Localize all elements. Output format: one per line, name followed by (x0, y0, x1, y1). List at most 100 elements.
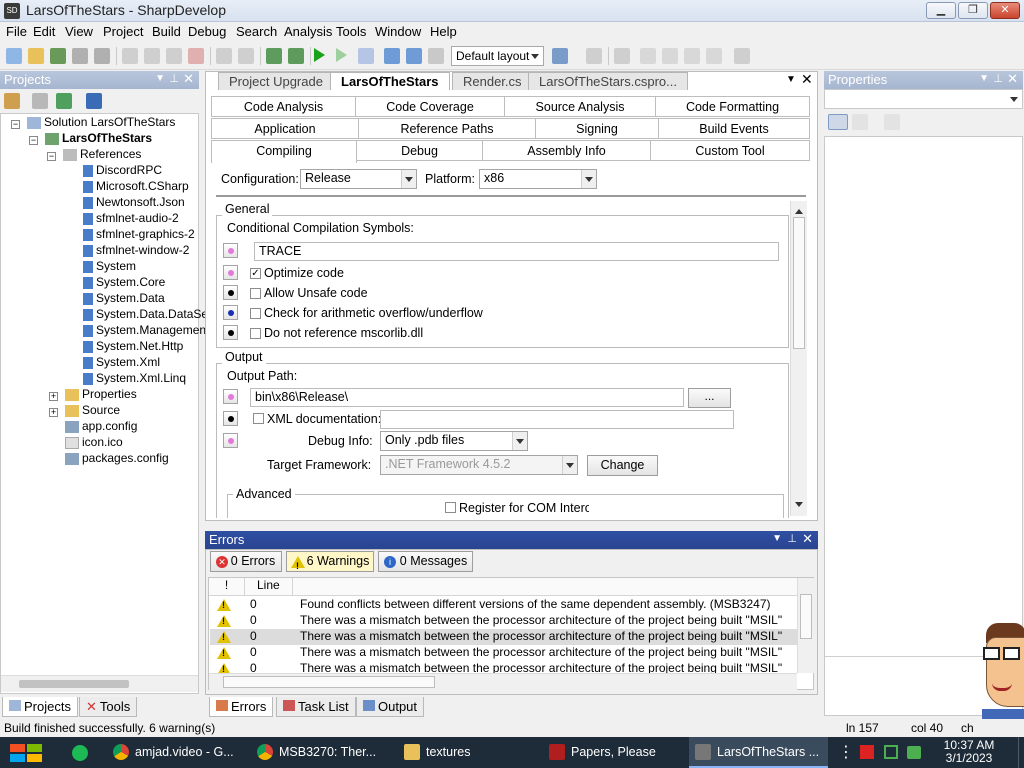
config-pin[interactable] (223, 243, 238, 258)
comment-icon[interactable] (614, 48, 630, 64)
build-icon[interactable] (266, 48, 282, 64)
column-header-severity[interactable]: ! (209, 578, 245, 595)
doc-tab-project-upgrade[interactable]: Project Upgrade (218, 72, 334, 90)
target-framework-select[interactable]: .NET Framework 4.5.2 (380, 455, 578, 475)
taskbar-item[interactable]: Papers, Please (543, 737, 682, 768)
tab-compiling[interactable]: Compiling (211, 140, 357, 163)
xml-doc-checkbox[interactable] (253, 413, 264, 424)
tab-build-events[interactable]: Build Events (658, 118, 810, 139)
step-over-icon[interactable] (384, 48, 400, 64)
overflow-checkbox[interactable] (250, 308, 261, 319)
search-icon[interactable] (734, 48, 750, 64)
tab-signing[interactable]: Signing (535, 118, 659, 139)
copy-icon[interactable] (144, 48, 160, 64)
tree-item-reference[interactable]: System.Core (83, 274, 165, 290)
show-all-files-icon[interactable] (32, 93, 48, 109)
menu-file[interactable]: File (6, 24, 27, 39)
tab-output[interactable]: Output (356, 697, 425, 717)
delete-icon[interactable] (188, 48, 204, 64)
config-pin[interactable] (223, 265, 238, 280)
panel-menu-icon[interactable]: ▼ (979, 73, 989, 84)
menu-help[interactable]: Help (430, 24, 457, 39)
tree-item-reference[interactable]: System.Xml (83, 354, 160, 370)
refresh-icon[interactable] (56, 93, 72, 109)
properties-icon[interactable] (86, 93, 102, 109)
com-interop-checkbox[interactable] (445, 502, 456, 513)
pin-icon[interactable]: ⊥ (787, 532, 797, 545)
run-icon[interactable] (314, 48, 325, 62)
property-pages-icon[interactable] (884, 114, 900, 130)
tree-item-file[interactable]: packages.config (65, 450, 169, 466)
panel-menu-icon[interactable]: ▼ (772, 533, 782, 544)
categorized-icon[interactable] (828, 114, 848, 130)
network-icon[interactable] (884, 745, 898, 759)
volume-icon[interactable] (907, 746, 921, 759)
optimize-checkbox[interactable]: ✓ (250, 268, 261, 279)
open-project-icon[interactable] (50, 48, 66, 64)
config-pin[interactable] (223, 325, 238, 340)
next-bookmark-icon[interactable] (684, 48, 700, 64)
expand-toggle[interactable]: − (11, 120, 20, 129)
close-icon[interactable]: ✕ (1007, 71, 1018, 87)
expand-toggle[interactable]: − (29, 136, 38, 145)
tree-item-reference[interactable]: System (83, 258, 136, 274)
tab-application[interactable]: Application (211, 118, 359, 139)
start-button[interactable] (10, 744, 42, 762)
clear-bookmarks-icon[interactable] (706, 48, 722, 64)
show-desktop-button[interactable] (1018, 737, 1024, 768)
paste-icon[interactable] (166, 48, 182, 64)
clock[interactable]: 10:37 AM 3/1/2023 (938, 739, 1000, 765)
close-icon[interactable]: ✕ (802, 531, 813, 547)
menu-analysis[interactable]: Analysis (284, 24, 332, 39)
taskbar-item[interactable]: amjad.video - G... (107, 737, 246, 768)
alphabetical-sort-icon[interactable] (852, 114, 868, 130)
scroll-up-icon[interactable] (795, 205, 803, 214)
change-button[interactable]: Change (587, 455, 658, 476)
taskbar-item-active[interactable]: LarsOfTheStars ... (689, 737, 828, 768)
menu-debug[interactable]: Debug (188, 24, 226, 39)
taskbar-item[interactable]: textures (398, 737, 537, 768)
minimize-button[interactable]: ▁ (926, 2, 956, 19)
doc-tab-csproj[interactable]: LarsOfTheStars.cspro... (528, 72, 688, 90)
scroll-thumb[interactable] (223, 676, 435, 688)
menu-window[interactable]: Window (375, 24, 421, 39)
table-row[interactable]: 0There was a mismatch between the proces… (210, 645, 798, 661)
close-button[interactable]: ✕ (990, 2, 1020, 19)
debug-info-select[interactable]: Only .pdb files (380, 431, 528, 451)
tab-custom-tool[interactable]: Custom Tool (650, 140, 810, 161)
expand-toggle[interactable]: + (49, 392, 58, 401)
rebuild-icon[interactable] (288, 48, 304, 64)
messages-filter-button[interactable]: i0 Messages (378, 551, 473, 572)
mscorlib-checkbox[interactable] (250, 328, 261, 339)
doc-tabs-menu-icon[interactable]: ▼ (786, 74, 796, 85)
save-all-icon[interactable] (94, 48, 110, 64)
tree-item-file[interactable]: app.config (65, 418, 137, 434)
doc-tab-render-cs[interactable]: Render.cs (452, 72, 533, 90)
ccs-input[interactable]: TRACE (254, 242, 779, 261)
config-pin[interactable] (223, 285, 238, 300)
tree-item-reference[interactable]: Newtonsoft.Json (83, 194, 185, 210)
config-pin[interactable] (223, 433, 238, 448)
tree-item-reference[interactable]: Microsoft.CSharp (83, 178, 189, 194)
tree-item-reference[interactable]: System.Net.Http (83, 338, 183, 354)
errors-vertical-scrollbar[interactable] (797, 578, 814, 673)
tab-task-list[interactable]: Task List (276, 697, 356, 717)
config-pin[interactable] (223, 305, 238, 320)
menu-search[interactable]: Search (236, 24, 277, 39)
close-document-icon[interactable]: ✕ (801, 71, 813, 88)
tree-item-reference[interactable]: DiscordRPC (83, 162, 162, 178)
open-icon[interactable] (28, 48, 44, 64)
table-row[interactable]: 0Found conflicts between different versi… (210, 597, 798, 613)
tab-source-analysis[interactable]: Source Analysis (504, 96, 656, 117)
menu-project[interactable]: Project (103, 24, 143, 39)
tree-item-reference[interactable]: System.Data (83, 290, 165, 306)
layout-select[interactable]: Default layout (451, 46, 544, 66)
expand-toggle[interactable]: + (49, 408, 58, 417)
find-icon[interactable] (586, 48, 602, 64)
bookmark-icon[interactable] (640, 48, 656, 64)
tree-item-project[interactable]: LarsOfTheStars (45, 130, 152, 146)
cut-icon[interactable] (122, 48, 138, 64)
scroll-thumb[interactable] (800, 594, 812, 639)
doc-tab-larsofthestars[interactable]: LarsOfTheStars (330, 72, 450, 90)
tree-item-properties[interactable]: Properties (65, 386, 137, 402)
